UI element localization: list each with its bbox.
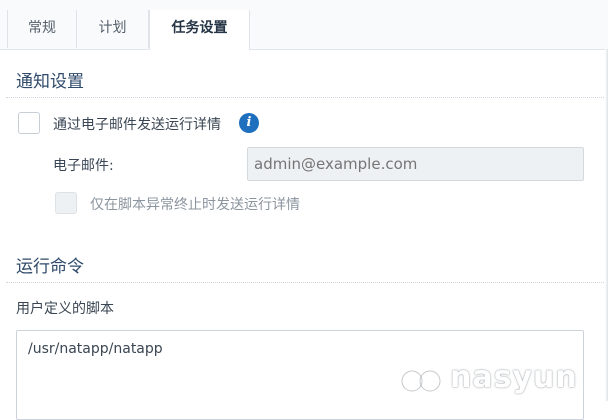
abnormal-only-checkbox[interactable] bbox=[55, 192, 77, 214]
email-field[interactable] bbox=[247, 147, 584, 181]
run-command-section-title: 运行命令 bbox=[16, 257, 84, 277]
email-notify-label: 通过电子邮件发送运行详情 bbox=[53, 117, 221, 133]
watermark-text: nasyun bbox=[450, 360, 578, 395]
tab-task-settings[interactable]: 任务设置 bbox=[149, 10, 250, 50]
tab-general[interactable]: 常规 bbox=[7, 10, 77, 48]
notification-section-title: 通知设置 bbox=[16, 72, 84, 92]
tab-schedule[interactable]: 计划 bbox=[77, 10, 149, 48]
nasyun-logo-icon bbox=[400, 368, 442, 393]
script-value: /usr/natapp/natapp bbox=[28, 341, 163, 357]
script-label: 用户定义的脚本 bbox=[16, 301, 114, 317]
section-divider bbox=[6, 97, 608, 98]
info-icon[interactable]: i bbox=[239, 113, 259, 133]
tab-bar: 常规 计划 任务设置 bbox=[0, 0, 608, 50]
email-field-label: 电子邮件: bbox=[53, 158, 114, 174]
abnormal-only-label: 仅在脚本异常终止时发送运行详情 bbox=[90, 197, 300, 213]
section-divider bbox=[6, 282, 608, 283]
watermark: nasyun bbox=[398, 360, 578, 396]
email-notify-checkbox[interactable] bbox=[18, 112, 40, 134]
